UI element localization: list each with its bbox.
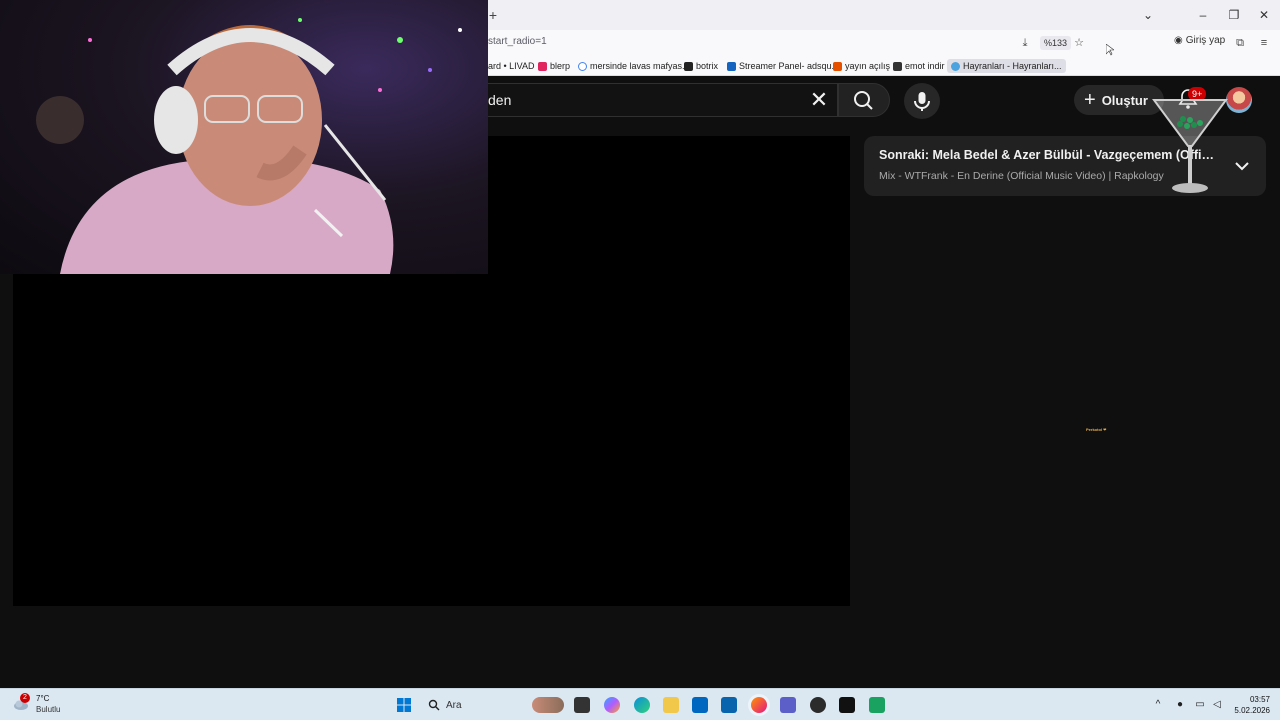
tab-list-chevron-icon[interactable]: ⌄ <box>1138 6 1158 24</box>
taskbar-search[interactable]: Ara <box>420 695 530 715</box>
tray-mic-icon[interactable]: ● <box>1174 699 1186 711</box>
signin-button[interactable]: ◉ Giriş yap <box>1174 35 1225 46</box>
clock-date: 5.02.2026 <box>1234 706 1270 715</box>
bookmark-label: emot indir <box>905 61 945 71</box>
google-icon <box>578 61 587 71</box>
bookmark-label: Streamer Panel- adsqu... <box>739 61 840 71</box>
clear-search-icon[interactable]: ✕ <box>808 89 830 111</box>
bookmark-label: ard • LIVAD <box>488 61 535 71</box>
menu-icon[interactable]: ≡ <box>1256 35 1272 51</box>
search-input[interactable] <box>488 83 838 117</box>
mic-icon <box>914 92 930 111</box>
network-icon[interactable]: ▭ <box>1194 699 1206 711</box>
bookmark-blerp[interactable]: blerp <box>538 59 570 73</box>
tray-chevron-up-icon[interactable]: ^ <box>1152 699 1164 711</box>
chevron-down-icon[interactable] <box>1232 156 1252 176</box>
extensions-icon[interactable]: ⧉ <box>1232 35 1248 51</box>
bookmark-label: Hayranları - Hayranları... <box>963 61 1062 71</box>
bookmark-emot-indir[interactable]: emot indir <box>893 59 945 73</box>
edge-icon[interactable] <box>634 697 650 713</box>
screen: + ⌄ – ❐ ✕ start_radio=1 ⤓ %133 ☆ ◉ Giriş… <box>0 0 1280 720</box>
bookmark-yayin-acilis[interactable]: yayın açılış <box>833 59 890 73</box>
system-clock[interactable]: 03:57 5.02.2026 <box>1226 694 1270 716</box>
file-explorer-icon[interactable] <box>663 697 679 713</box>
heart-icon <box>951 61 960 71</box>
weather-description: Bulutlu <box>36 705 61 714</box>
webcam-overlay <box>0 0 488 274</box>
clock-time: 03:57 <box>1249 695 1270 704</box>
search-icon <box>854 91 873 110</box>
close-window-icon[interactable]: ✕ <box>1254 6 1274 24</box>
obs-icon[interactable] <box>810 697 826 713</box>
bookmark-mersinde[interactable]: mersinde lavas mafyas... <box>578 59 690 73</box>
search-highlight-image <box>532 697 564 713</box>
account-icon: ◉ <box>1174 35 1183 46</box>
emot-icon <box>893 61 902 71</box>
notepad-icon[interactable] <box>869 697 885 713</box>
blerp-icon <box>538 61 547 71</box>
bookmark-label: yayın açılış <box>845 61 891 71</box>
plus-icon: + <box>1084 89 1096 111</box>
outlook-icon[interactable] <box>721 697 737 713</box>
weather-widget[interactable]: 2 7°C Bulutlu <box>12 693 60 715</box>
firefox-icon[interactable] <box>751 697 767 713</box>
create-label: Oluştur <box>1101 92 1148 108</box>
search-query-text: den <box>488 92 512 108</box>
zoom-level[interactable]: %133 <box>1040 36 1072 50</box>
bookmark-streamer-panel[interactable]: Streamer Panel- adsqu... <box>727 59 839 73</box>
bookmark-label: mersinde lavas mafyas... <box>590 61 690 71</box>
store-icon[interactable] <box>692 697 708 713</box>
bookmark-botrix[interactable]: botrix <box>684 59 718 73</box>
botrix-icon <box>684 61 693 71</box>
download-page-icon[interactable]: ⤓ <box>1017 35 1033 51</box>
capcut-icon[interactable] <box>839 697 855 713</box>
restore-icon[interactable]: ❐ <box>1224 6 1244 24</box>
windows-taskbar: 2 7°C Bulutlu Ara ^ ● ▭ ◁ 03:57 5.02.202… <box>0 688 1280 720</box>
address-bar[interactable]: start_radio=1 <box>488 36 547 47</box>
minimize-icon[interactable]: – <box>1193 6 1213 24</box>
streamer-panel-icon <box>727 61 736 71</box>
windows-start-icon[interactable] <box>396 697 412 713</box>
mouse-cursor-icon <box>1106 44 1114 56</box>
weather-alert-badge: 2 <box>20 693 30 703</box>
bookmark-label: botrix <box>696 61 719 71</box>
search-button[interactable] <box>838 83 890 117</box>
bookmark-livad[interactable]: ard • LIVAD <box>488 59 535 73</box>
temperature: 7°C <box>36 694 50 703</box>
voice-search-button[interactable] <box>904 83 940 119</box>
search-icon <box>428 699 440 711</box>
taskbar-search-placeholder: Ara <box>446 699 462 711</box>
webcam-feed-image <box>36 18 462 274</box>
overlay-tag-text: Perkotol ❤ <box>1086 427 1107 432</box>
signin-label: Giriş yap <box>1185 35 1226 46</box>
copilot-icon[interactable] <box>604 697 620 713</box>
new-tab-button[interactable]: + <box>486 6 500 24</box>
volume-icon[interactable]: ◁ <box>1211 699 1223 711</box>
bookmark-star-icon[interactable]: ☆ <box>1071 35 1087 51</box>
cocktail-glass-overlay <box>1152 99 1228 193</box>
task-view-icon[interactable] <box>574 697 590 713</box>
teams-icon[interactable] <box>780 697 796 713</box>
bookmark-label: blerp <box>550 61 571 71</box>
yayin-icon <box>833 61 842 71</box>
bookmark-hayranlari[interactable]: Hayranları - Hayranları... <box>947 59 1066 73</box>
